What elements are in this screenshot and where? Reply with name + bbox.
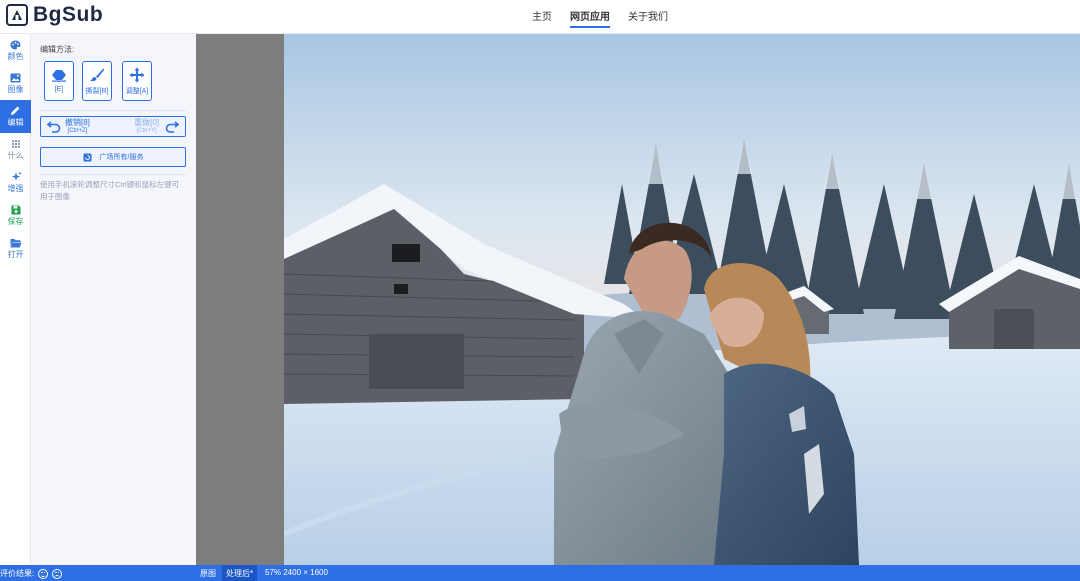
- rating: 评价结果:: [0, 568, 63, 579]
- history-controls: 撤销[8] [Ctrl+Z] 重做[0] [Ctrl+Y]: [40, 116, 186, 137]
- rail-item-image[interactable]: 图像: [0, 67, 31, 100]
- logo-mark-icon: [6, 4, 28, 26]
- nav-home[interactable]: 主页: [532, 8, 552, 28]
- rail-label: 保存: [7, 217, 24, 226]
- tool-rail: 颜色 图像 编辑 什么 增强 保存 打开: [0, 34, 31, 565]
- usage-hint: 使用手机滚轮调整尺寸Ctrl键和鼠标左键可用于图像: [40, 180, 180, 201]
- rail-label: 增强: [7, 184, 24, 193]
- redo-shortcut: [Ctrl+Y]: [136, 127, 157, 134]
- top-bar: BgSub 主页 网页应用 关于我们: [0, 0, 1080, 34]
- eraser-icon: [51, 68, 67, 82]
- original-tab[interactable]: 原图: [200, 568, 216, 579]
- edit-panel: 编辑方法: [E] 撕裂[R] 调整[A] 撤销[8] [Ctrl+Z] 重做[…: [31, 34, 196, 565]
- move-icon: [129, 67, 145, 83]
- redo-button[interactable]: 重做[0] [Ctrl+Y]: [113, 117, 185, 136]
- logo-text: BgSub: [33, 3, 104, 26]
- square-all-button[interactable]: 广场所有/服务: [40, 147, 186, 167]
- main-nav: 主页 网页应用 关于我们: [532, 8, 686, 28]
- rail-label: 颜色: [7, 52, 24, 61]
- folder-open-icon: [10, 237, 22, 248]
- grid-icon: [10, 138, 22, 149]
- rail-label: 打开: [7, 250, 24, 259]
- rail-item-open[interactable]: 打开: [0, 232, 31, 265]
- nav-about[interactable]: 关于我们: [628, 8, 668, 28]
- status-bar: 评价结果: 原图 处理后* 57% 2400 × 1600: [0, 565, 1080, 581]
- edited-image[interactable]: [284, 34, 1080, 565]
- divider: [40, 174, 186, 175]
- image-canvas[interactable]: [196, 34, 1080, 565]
- move-tool-button[interactable]: 调整[A]: [122, 61, 152, 101]
- image-icon: [10, 72, 22, 83]
- rail-item-save[interactable]: 保存: [0, 199, 31, 232]
- brush-icon: [89, 68, 105, 82]
- rail-label: 编辑: [7, 118, 24, 127]
- undo-shortcut: [Ctrl+Z]: [67, 127, 88, 134]
- tool-label: 调整[A]: [125, 88, 149, 95]
- frown-icon[interactable]: [52, 568, 63, 579]
- tool-label: [E]: [54, 86, 64, 93]
- rail-item-color[interactable]: 颜色: [0, 34, 31, 67]
- rail-item-enhance[interactable]: 增强: [0, 166, 31, 199]
- nav-web-app[interactable]: 网页应用: [570, 8, 610, 28]
- redo-label: 重做[0]: [134, 117, 159, 127]
- smile-icon[interactable]: [38, 568, 49, 579]
- rail-item-edit[interactable]: 编辑: [0, 100, 31, 133]
- divider: [40, 110, 186, 111]
- redo-icon: [165, 120, 179, 133]
- rating-label: 评价结果:: [0, 569, 35, 578]
- undo-icon: [47, 120, 61, 133]
- processed-tab[interactable]: 处理后*: [222, 565, 258, 581]
- rail-label: 图像: [7, 85, 24, 94]
- brush-tool-button[interactable]: 撕裂[R]: [82, 61, 112, 101]
- logo[interactable]: BgSub: [6, 3, 103, 27]
- undo-label: 撤销[8]: [65, 117, 90, 127]
- sparkle-icon: [10, 171, 22, 182]
- eraser-tool-button[interactable]: [E]: [44, 61, 74, 101]
- square-icon: [83, 153, 92, 162]
- undo-button[interactable]: 撤销[8] [Ctrl+Z]: [41, 117, 113, 136]
- save-icon: [10, 204, 22, 215]
- square-button-label: 广场所有/服务: [99, 154, 144, 161]
- panel-title: 编辑方法:: [40, 45, 75, 54]
- tool-label: 撕裂[R]: [85, 88, 109, 95]
- zoom-info: 57% 2400 × 1600: [265, 568, 328, 577]
- rail-label: 什么: [7, 151, 24, 160]
- rail-item-what[interactable]: 什么: [0, 133, 31, 166]
- pencil-icon: [10, 105, 22, 116]
- palette-icon: [10, 39, 22, 50]
